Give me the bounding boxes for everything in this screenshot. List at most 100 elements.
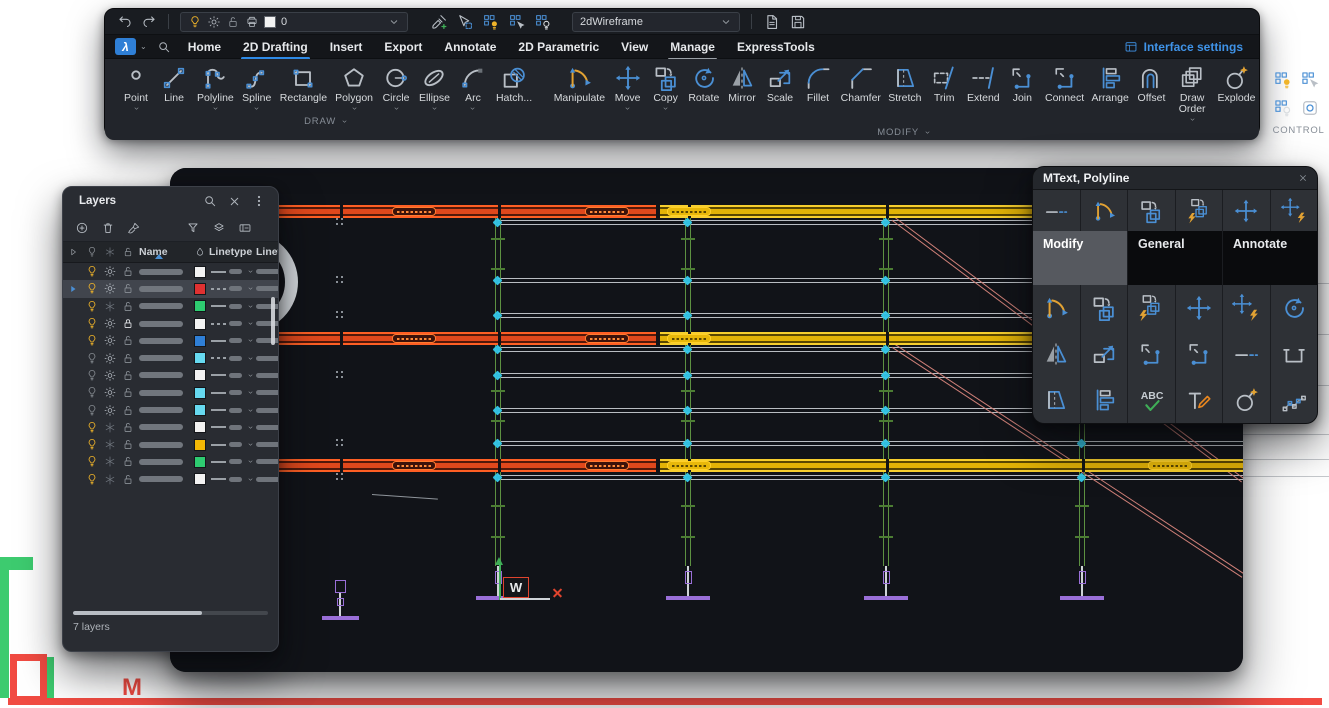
quad-tool-move[interactable] (1176, 285, 1223, 331)
tool-chevron-down-icon[interactable] (211, 104, 220, 112)
quad-tool-close-polyline[interactable] (1271, 331, 1318, 377)
layer-row[interactable] (63, 471, 278, 488)
layer-on-toggle[interactable] (83, 455, 101, 468)
expand-all-icon[interactable] (63, 246, 83, 258)
layers-settings-icon[interactable] (238, 221, 252, 235)
layer-row[interactable] (63, 436, 278, 453)
quad-tab-annotate[interactable]: Annotate (1223, 231, 1317, 285)
tool-join[interactable]: Join (1003, 62, 1041, 114)
layer-color-swatch[interactable] (194, 369, 206, 381)
quad-recent-move[interactable] (1223, 190, 1270, 231)
layer-on-toggle[interactable] (83, 282, 101, 295)
layer-freeze-toggle[interactable] (101, 438, 119, 451)
layer-lock-toggle[interactable] (119, 334, 137, 347)
tab-expresstools[interactable]: ExpressTools (726, 37, 826, 57)
quad-tool-stretch[interactable] (1033, 377, 1080, 423)
add-layer-icon[interactable] (75, 221, 89, 235)
quad-tool-join[interactable] (1128, 331, 1175, 377)
tool-arc[interactable]: Arc (454, 62, 492, 114)
layer-row[interactable] (63, 453, 278, 470)
tool-rotate[interactable]: Rotate (685, 62, 723, 114)
layer-row[interactable] (63, 315, 278, 332)
tool-spline[interactable]: Spline (238, 62, 276, 114)
tool-chevron-down-icon[interactable] (252, 104, 261, 112)
layer-quick-combo[interactable]: 0 (180, 12, 408, 32)
tool-hatch[interactable]: Hatch... (492, 62, 536, 114)
tab-view[interactable]: View (610, 37, 659, 57)
layer-freeze-toggle[interactable] (101, 352, 119, 365)
new-document-icon[interactable] (763, 13, 781, 31)
tool-quad-toggle[interactable] (1300, 98, 1324, 123)
quad-tool-move-flash[interactable] (1223, 285, 1270, 331)
layer-states-icon[interactable] (212, 221, 226, 235)
layer-color-swatch[interactable] (194, 352, 206, 364)
layer-on-toggle[interactable] (83, 317, 101, 330)
isolate-objects-icon[interactable] (482, 13, 500, 31)
layer-row[interactable] (63, 332, 278, 349)
tool-unisolate-objects[interactable] (1273, 98, 1297, 123)
quad-tool-copy-flash[interactable] (1128, 285, 1175, 331)
tool-offset[interactable]: Offset (1132, 62, 1170, 114)
tab-insert[interactable]: Insert (319, 37, 374, 57)
unisolate-objects-icon[interactable] (534, 13, 552, 31)
layer-freeze-toggle[interactable] (101, 473, 119, 486)
ribbon-search-icon[interactable] (157, 40, 171, 54)
layer-row[interactable] (63, 401, 278, 418)
layer-on-toggle[interactable] (83, 265, 101, 278)
layer-on-toggle[interactable] (83, 438, 101, 451)
quad-panel-titlebar[interactable]: MText, Polyline (1033, 167, 1317, 190)
quad-tool-rotate[interactable] (1271, 285, 1318, 331)
layer-lock-toggle[interactable] (119, 369, 137, 382)
layer-color-swatch[interactable] (194, 335, 206, 347)
quad-recent-move-flash[interactable] (1271, 190, 1318, 231)
hide-objects-icon[interactable] (508, 13, 526, 31)
layer-lock-toggle[interactable] (119, 455, 137, 468)
select-similar-icon[interactable] (456, 13, 474, 31)
layer-on-toggle[interactable] (83, 404, 101, 417)
layer-row[interactable] (63, 280, 278, 297)
quad-tool-copy[interactable] (1081, 285, 1128, 331)
tab-2d-parametric[interactable]: 2D Parametric (507, 37, 610, 57)
tool-chevron-down-icon[interactable] (1188, 115, 1197, 123)
layers-close-icon[interactable] (228, 195, 241, 208)
quad-close-icon[interactable] (1297, 172, 1309, 184)
tab-home[interactable]: Home (177, 37, 232, 57)
purge-layers-icon[interactable] (127, 221, 141, 235)
app-menu-chevron-icon[interactable]: ⌄ (140, 42, 147, 51)
layer-on-toggle[interactable] (83, 386, 101, 399)
layer-color-swatch[interactable] (194, 456, 206, 468)
layer-on-toggle[interactable] (83, 421, 101, 434)
layer-color-swatch[interactable] (194, 473, 206, 485)
tool-arrange[interactable]: Arrange (1088, 62, 1133, 114)
quad-tab-modify[interactable]: Modify (1033, 231, 1127, 285)
layer-freeze-toggle[interactable] (101, 455, 119, 468)
save-icon[interactable] (789, 13, 807, 31)
layer-lock-toggle[interactable] (119, 265, 137, 278)
layer-color-swatch[interactable] (194, 300, 206, 312)
layer-lock-toggle[interactable] (119, 282, 137, 295)
tool-polygon[interactable]: Polygon (331, 62, 377, 114)
tool-chevron-down-icon[interactable] (468, 104, 477, 112)
layers-vertical-scrollbar[interactable] (271, 297, 275, 345)
layer-row[interactable] (63, 349, 278, 366)
quad-tab-general[interactable]: General (1128, 231, 1222, 285)
quad-tool-arrange[interactable] (1081, 377, 1128, 423)
tool-extend[interactable]: Extend (963, 62, 1003, 114)
tool-line[interactable]: Line (155, 62, 193, 114)
layer-color-swatch[interactable] (194, 318, 206, 330)
layer-freeze-toggle[interactable] (101, 300, 119, 313)
layer-freeze-toggle[interactable] (101, 317, 119, 330)
layer-freeze-toggle[interactable] (101, 282, 119, 295)
layer-row[interactable] (63, 298, 278, 315)
column-lineweight-header[interactable]: Lineweight (256, 246, 279, 258)
tool-copy[interactable]: Copy (647, 62, 685, 114)
layer-color-swatch[interactable] (194, 266, 206, 278)
tool-chevron-down-icon[interactable] (661, 104, 670, 112)
layer-lock-toggle[interactable] (119, 317, 137, 330)
tool-chevron-down-icon[interactable] (430, 104, 439, 112)
layers-column-header[interactable]: Name Linetype Lineweight (63, 242, 278, 263)
tool-rectangle[interactable]: Rectangle (276, 62, 331, 114)
quad-recent-copy-flash[interactable] (1176, 190, 1223, 231)
layer-lock-toggle[interactable] (119, 300, 137, 313)
layer-row[interactable] (63, 263, 278, 280)
